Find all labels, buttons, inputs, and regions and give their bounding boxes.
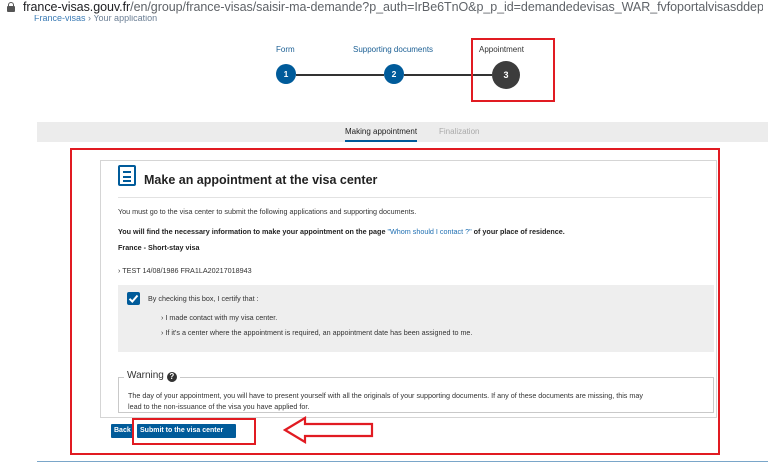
step-1-circle[interactable]: 1 — [276, 64, 296, 84]
subnav-finalization: Finalization — [439, 127, 480, 136]
breadcrumb-current: Your application — [93, 15, 158, 23]
url-text[interactable]: france-visas.gouv.fr/en/group/france-vis… — [23, 0, 763, 15]
subnav-making-appointment[interactable]: Making appointment — [345, 127, 418, 142]
breadcrumb-separator: › — [88, 15, 92, 23]
sub-navigation: Making appointment Finalization — [37, 122, 768, 142]
highlight-box-submit-button — [132, 418, 256, 445]
step-2-circle[interactable]: 2 — [384, 64, 404, 84]
address-bar[interactable]: france-visas.gouv.fr/en/group/france-vis… — [0, 0, 768, 15]
step-connector — [296, 74, 384, 76]
step-label-form[interactable]: Form — [276, 45, 295, 54]
lock-icon[interactable] — [7, 2, 15, 12]
page-divider — [37, 461, 768, 462]
breadcrumb-home-link[interactable]: France-visas — [34, 15, 86, 23]
step-label-supporting-documents[interactable]: Supporting documents — [353, 45, 433, 54]
arrow-left-icon — [283, 416, 374, 444]
highlight-box-appointment-step — [471, 38, 555, 102]
highlight-box-panel — [70, 148, 720, 455]
breadcrumb: France-visas › Your application — [34, 15, 157, 23]
